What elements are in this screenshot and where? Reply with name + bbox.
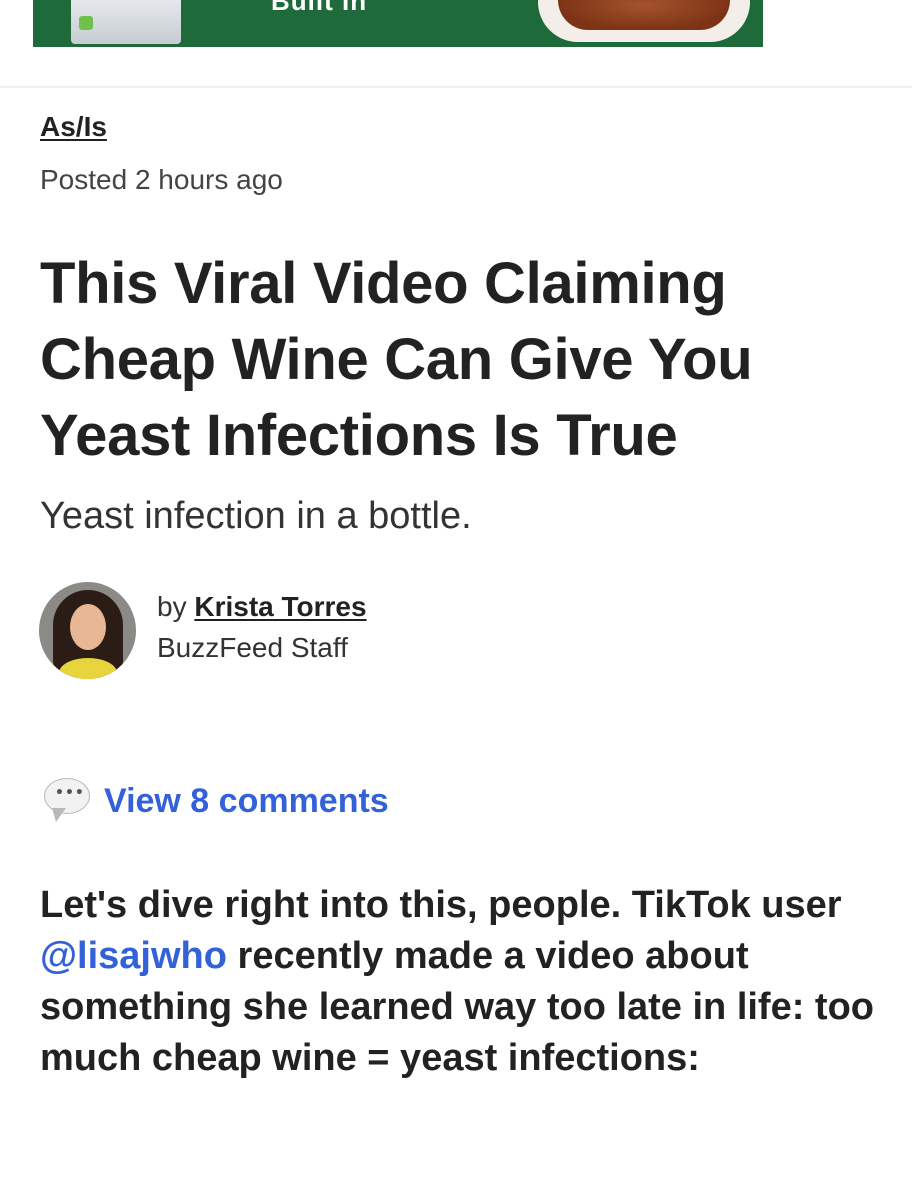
article-subheading: Yeast infection in a bottle. (40, 495, 472, 537)
ad-headline: Built In (271, 0, 368, 16)
byline: by Krista Torres (157, 591, 367, 623)
author-link[interactable]: Krista Torres (194, 591, 366, 622)
mention-link[interactable]: @lisajwho (40, 935, 227, 977)
ad-product-image (71, 0, 181, 44)
author-role: BuzzFeed Staff (157, 632, 348, 663)
ad-banner[interactable]: Built In (33, 0, 763, 47)
ad-dish-food (558, 0, 730, 30)
author-avatar[interactable] (39, 582, 136, 679)
article-body-paragraph: Let's dive right into this, people. TikT… (40, 880, 880, 1084)
category-link[interactable]: As/Is (40, 111, 107, 143)
body-text-part1: Let's dive right into this, people. TikT… (40, 884, 842, 926)
view-comments-label: View 8 comments (104, 781, 389, 820)
speech-bubble-icon: ••• (44, 778, 92, 824)
ad-dish-image (538, 0, 750, 42)
ad-divider (0, 86, 912, 88)
article-headline: This Viral Video Claiming Cheap Wine Can… (40, 251, 753, 468)
view-comments-link[interactable]: ••• View 8 comments (44, 778, 389, 824)
ad-product-badge-icon (79, 16, 93, 30)
byline-prefix: by (157, 591, 187, 622)
page: Built In As/Is Posted 2 hours ago This V… (0, 0, 912, 1200)
posted-time: Posted 2 hours ago (40, 164, 283, 195)
